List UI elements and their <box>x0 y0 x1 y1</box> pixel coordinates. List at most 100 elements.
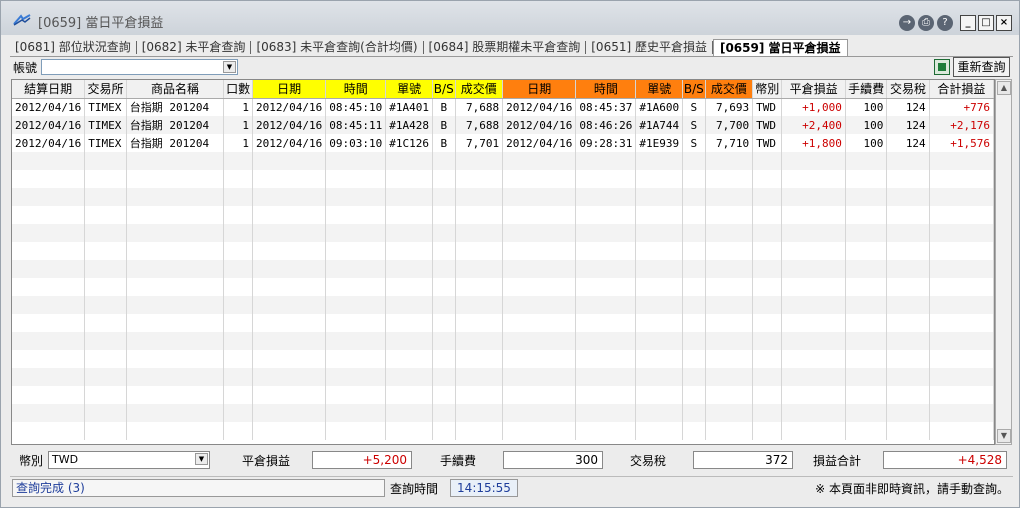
cell-open-bs: B <box>432 98 456 116</box>
tab-0683[interactable]: [0683] 未平倉查詢(合計均價) <box>251 39 422 56</box>
cell-exchange <box>84 152 127 170</box>
cell-close-order <box>635 152 684 170</box>
export-icon[interactable]: → <box>899 15 915 31</box>
col-product[interactable]: 商品名稱 <box>126 80 225 99</box>
col-open-time[interactable]: 時間 <box>325 80 387 99</box>
cell-open-order <box>385 152 434 170</box>
table-row[interactable]: 2012/04/16 TIMEX 台指期 201204 1 2012/04/16 08:4… <box>12 116 994 134</box>
cell-total-pnl <box>929 224 994 242</box>
col-tax[interactable]: 交易稅 <box>886 80 930 99</box>
table-row[interactable]: 2012/04/16 TIMEX 台指期 201204 1 2012/04/16 09:0… <box>12 134 994 152</box>
cell-tax <box>886 350 930 368</box>
cell-total-pnl <box>929 368 994 386</box>
col-fee[interactable]: 手續費 <box>845 80 888 99</box>
cell-fee <box>845 422 888 440</box>
minimize-icon[interactable]: _ <box>960 15 976 31</box>
col-close-date[interactable]: 日期 <box>502 80 577 99</box>
col-currency[interactable]: 幣別 <box>752 80 783 99</box>
col-open-date[interactable]: 日期 <box>252 80 327 99</box>
cell-close-bs <box>682 404 706 422</box>
col-close-order[interactable]: 單號 <box>635 80 684 99</box>
scroll-down-icon[interactable]: ▼ <box>997 429 1011 443</box>
col-open-bs[interactable]: B/S <box>432 80 456 99</box>
col-close-time[interactable]: 時間 <box>575 80 637 99</box>
cell-open-time <box>325 152 387 170</box>
col-open-order[interactable]: 單號 <box>385 80 434 99</box>
cell-open-price <box>455 242 504 260</box>
cell-lots <box>223 368 254 386</box>
cell-close-bs <box>682 350 706 368</box>
cell-exchange <box>84 422 127 440</box>
grand-total: +4,528 <box>883 451 1007 469</box>
cell-exchange <box>84 404 127 422</box>
cell-open-order <box>385 404 434 422</box>
tax-label: 交易稅 <box>630 454 667 468</box>
help-icon[interactable]: ? <box>937 15 953 31</box>
cell-open-time <box>325 422 387 440</box>
cell-close-price <box>705 206 754 224</box>
cell-open-date <box>252 368 327 386</box>
tab-0651[interactable]: [0651] 歷史平倉損益 <box>586 39 712 56</box>
col-close-price[interactable]: 成交價 <box>705 80 754 99</box>
requery-button[interactable]: 重新查詢 <box>953 57 1010 77</box>
vertical-scrollbar[interactable]: ▲ ▼ <box>995 79 1012 445</box>
cell-close-date <box>502 188 577 206</box>
fee-label: 手續費 <box>440 454 477 468</box>
cell-tax <box>886 422 930 440</box>
cell-close-date <box>502 152 577 170</box>
cell-total-pnl <box>929 278 994 296</box>
cell-open-order <box>385 296 434 314</box>
chevron-down-icon[interactable]: ▼ <box>195 453 208 465</box>
cell-close-date <box>502 260 577 278</box>
currency-select[interactable]: TWD ▼ <box>48 451 210 469</box>
col-lots[interactable]: 口數 <box>223 80 254 99</box>
tab-0682[interactable]: [0682] 未平倉查詢 <box>137 39 251 56</box>
cell-open-date <box>252 296 327 314</box>
cell-tax <box>886 368 930 386</box>
col-settle-date[interactable]: 結算日期 <box>12 80 86 99</box>
realtime-notice: ※ 本頁面非即時資訊，請手動查詢。 <box>815 482 1009 496</box>
print-icon[interactable]: ⎙ <box>918 15 934 31</box>
col-total-pnl[interactable]: 合計損益 <box>929 80 994 99</box>
cell-open-time <box>325 260 387 278</box>
excel-export-icon[interactable] <box>934 59 950 75</box>
col-close-pnl[interactable]: 平倉損益 <box>781 80 846 99</box>
chevron-down-icon[interactable]: ▼ <box>223 61 236 73</box>
cell-settle-date <box>12 242 86 260</box>
app-window: [0659] 當日平倉損益 → ⎙ ? _ □ × [0681] 部位狀況查詢 … <box>0 0 1020 508</box>
maximize-icon[interactable]: □ <box>978 15 994 31</box>
col-open-price[interactable]: 成交價 <box>455 80 504 99</box>
scroll-up-icon[interactable]: ▲ <box>997 81 1011 95</box>
fee-total: 300 <box>503 451 603 469</box>
cell-total-pnl <box>929 332 994 350</box>
cell-open-date <box>252 350 327 368</box>
cell-close-price <box>705 368 754 386</box>
cell-exchange: TIMEX <box>84 134 127 152</box>
tab-0684[interactable]: [0684] 股票期權未平倉查詢 <box>424 39 586 56</box>
col-exchange[interactable]: 交易所 <box>84 80 127 99</box>
cell-tax: 124 <box>886 98 930 116</box>
cell-product <box>126 386 225 404</box>
cell-open-price <box>455 278 504 296</box>
query-time-label: 查詢時間 <box>390 482 439 496</box>
table-row[interactable]: 2012/04/16 TIMEX 台指期 201204 1 2012/04/16 08:4… <box>12 98 994 116</box>
cell-total-pnl <box>929 206 994 224</box>
cell-close-price <box>705 296 754 314</box>
cell-close-price: 7,693 <box>705 98 754 116</box>
col-close-bs[interactable]: B/S <box>682 80 706 99</box>
account-select[interactable]: ▼ <box>41 59 238 75</box>
table-row-empty <box>12 152 994 170</box>
cell-total-pnl <box>929 350 994 368</box>
cell-open-bs <box>432 386 456 404</box>
tab-0681[interactable]: [0681] 部位狀況查詢 <box>10 39 136 56</box>
cell-close-order <box>635 296 684 314</box>
close-icon[interactable]: × <box>996 15 1012 31</box>
cell-open-time <box>325 224 387 242</box>
close-pnl-label: 平倉損益 <box>242 454 291 468</box>
cell-close-price <box>705 224 754 242</box>
cell-settle-date <box>12 386 86 404</box>
tab-0659[interactable]: [0659] 當日平倉損益 <box>712 39 848 56</box>
cell-close-date <box>502 422 577 440</box>
cell-fee <box>845 368 888 386</box>
cell-open-price <box>455 422 504 440</box>
